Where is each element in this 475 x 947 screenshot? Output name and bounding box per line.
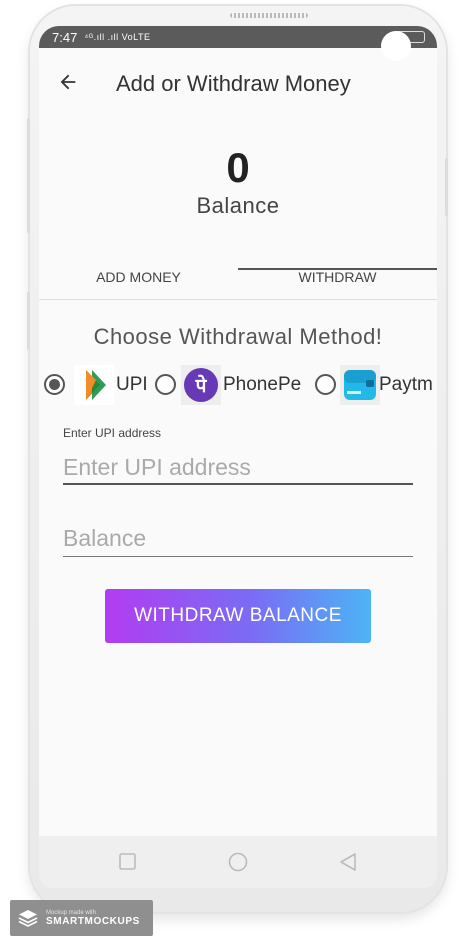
system-nav-bar <box>39 836 437 888</box>
method-label-paytm: Paytm <box>379 374 433 395</box>
svg-text:पे: पे <box>195 374 208 397</box>
balance-label: Balance <box>196 193 280 218</box>
phone-speaker <box>230 13 308 18</box>
tab-withdraw[interactable]: WITHDRAW <box>238 254 437 300</box>
paytm-logo-icon <box>340 365 380 405</box>
tab-add-money[interactable]: ADD MONEY <box>39 254 238 300</box>
tab-indicator <box>238 268 437 270</box>
radio-phonepe[interactable] <box>155 374 176 395</box>
page-title: Add or Withdraw Money <box>116 71 351 96</box>
phone-power-button <box>445 158 448 216</box>
withdraw-balance-button[interactable]: WITHDRAW BALANCE <box>105 589 371 643</box>
radio-upi[interactable] <box>44 374 65 395</box>
phone-bixby-button <box>27 292 30 350</box>
signal-icon: ⁴ᴳ.ıll .ıll VoLTE <box>84 32 151 42</box>
withdrawal-method-group: UPI पे PhonePe Paytm <box>44 362 437 408</box>
method-label-phonepe: PhonePe <box>223 374 302 395</box>
back-triangle-icon[interactable] <box>338 852 358 872</box>
smartmockups-watermark: Mockup made with SMARTMOCKUPS <box>10 900 153 936</box>
balance-amount: 0 <box>226 144 250 191</box>
home-circle-icon[interactable] <box>228 852 248 872</box>
arrow-left-icon[interactable] <box>57 71 79 93</box>
phonepe-logo-icon: पे <box>181 365 221 405</box>
withdrawal-method-heading: Choose Withdrawal Method! <box>93 324 383 349</box>
app-screen: 7:47 ⁴ᴳ.ıll .ıll VoLTE Add or Withdraw M… <box>39 26 437 888</box>
tab-bar: ADD MONEY WITHDRAW <box>39 254 437 300</box>
recents-square-icon[interactable] <box>118 852 138 872</box>
method-label-upi: UPI <box>116 374 148 395</box>
balance-input[interactable] <box>63 520 413 557</box>
upi-logo-icon <box>74 365 114 405</box>
app-bar: Add or Withdraw Money <box>39 48 437 118</box>
upi-address-input[interactable] <box>63 451 413 485</box>
layers-icon <box>18 910 38 927</box>
radio-paytm[interactable] <box>315 374 336 395</box>
upi-field-label: Enter UPI address <box>63 426 162 440</box>
phone-volume-button <box>27 118 30 233</box>
watermark-brand: SMARTMOCKUPS <box>46 915 140 927</box>
status-time: 7:47 <box>52 29 78 45</box>
status-bar: 7:47 ⁴ᴳ.ıll .ıll VoLTE <box>39 26 437 48</box>
